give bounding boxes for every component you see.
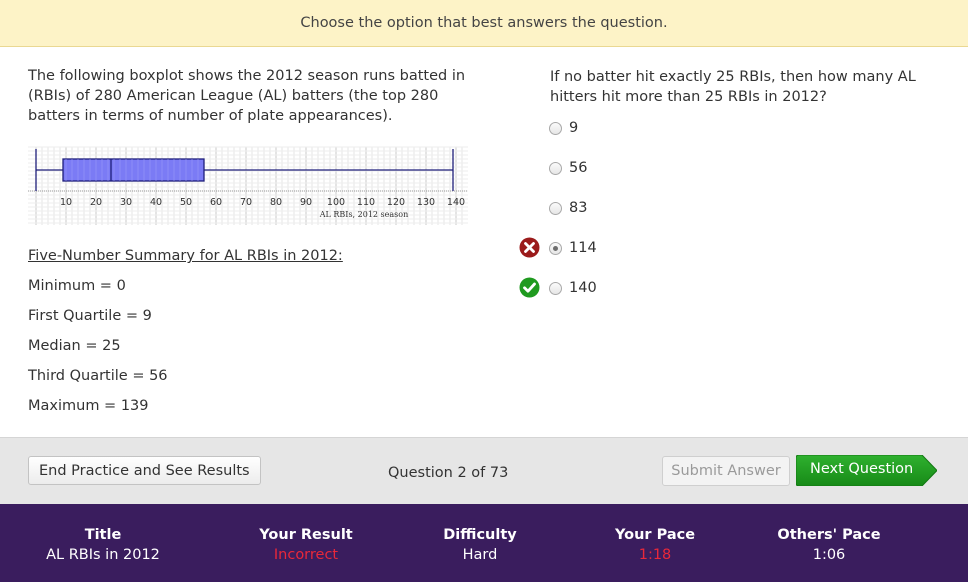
question-counter: Question 2 of 73: [388, 465, 509, 481]
stats-bar: Title AL RBIs in 2012 Your Result Incorrect…: [0, 504, 968, 582]
stat-value: Hard: [462, 547, 498, 563]
stat-label: Title: [84, 527, 122, 543]
tick-label: 140: [447, 197, 465, 208]
x-axis-label: AL RBIs, 2012 season: [319, 210, 408, 219]
stat-value: Incorrect: [273, 547, 339, 563]
tick-label: 50: [180, 197, 192, 208]
stat-label: Your Pace: [614, 527, 696, 543]
tick-label: 100: [327, 197, 345, 208]
summary-title: Five-Number Summary for AL RBIs in 2012:: [28, 248, 343, 264]
end-practice-button[interactable]: End Practice and See Results: [28, 456, 261, 485]
tick-label: 20: [90, 197, 102, 208]
answer-option[interactable]: 83: [549, 198, 587, 218]
option-label: 114: [569, 240, 597, 256]
stat-label: Others' Pace: [777, 527, 881, 543]
option-label: 9: [569, 120, 579, 136]
summary-line: Minimum = 0: [28, 278, 126, 294]
summary-line: Maximum = 139: [28, 398, 149, 414]
action-bar: End Practice and See Results Question 2 …: [0, 437, 968, 504]
radio-button[interactable]: [549, 201, 562, 215]
next-question-button[interactable]: Next Question: [796, 455, 937, 486]
tick-label: 40: [150, 197, 162, 208]
stat-column: Your Pace 1:18: [580, 525, 730, 565]
stat-column: Your Result Incorrect: [231, 525, 381, 565]
tick-label: 110: [357, 197, 375, 208]
answer-option[interactable]: 56: [549, 158, 587, 178]
stat-value: 1:06: [812, 547, 846, 563]
question-prompt: The following boxplot shows the 2012 sea…: [28, 66, 468, 126]
prompt-text: The following boxplot shows the 2012 sea…: [28, 68, 466, 124]
tick-label: 10: [60, 197, 72, 208]
stat-label: Your Result: [259, 527, 353, 543]
radio-button[interactable]: [549, 241, 562, 255]
radio-button[interactable]: [549, 121, 562, 135]
question-text: If no batter hit exactly 25 RBIs, then h…: [550, 69, 916, 105]
stat-column: Others' Pace 1:06: [754, 525, 904, 565]
boxplot-chart: 10 20 30 40 50 60 70 80 90 100 110 120 130 140 AL RBI…: [28, 146, 468, 225]
option-label: 56: [569, 160, 588, 176]
summary-line: Third Quartile = 56: [28, 368, 168, 384]
tick-label: 60: [210, 197, 222, 208]
instruction-bar: Choose the option that best answers the …: [0, 0, 968, 47]
summary-line: First Quartile = 9: [28, 308, 152, 324]
radio-button[interactable]: [549, 281, 562, 295]
tick-label: 90: [300, 197, 312, 208]
tick-label: 30: [120, 197, 132, 208]
radio-button[interactable]: [549, 161, 562, 175]
answer-option[interactable]: 9: [549, 118, 578, 138]
tick-label: 70: [240, 197, 252, 208]
stat-column: Title AL RBIs in 2012: [28, 525, 178, 565]
answer-option[interactable]: 114: [549, 238, 597, 258]
stat-label: Difficulty: [443, 527, 517, 543]
submit-answer-button[interactable]: Submit Answer: [662, 456, 790, 486]
instruction-text: Choose the option that best answers the …: [300, 15, 668, 31]
tick-label: 120: [387, 197, 405, 208]
incorrect-x-icon: [519, 237, 540, 258]
next-question-label: Next Question: [810, 461, 914, 477]
tick-label: 130: [417, 197, 435, 208]
option-label: 83: [569, 200, 588, 216]
option-label: 140: [569, 280, 597, 296]
answer-option[interactable]: 140: [549, 278, 597, 298]
stat-value: AL RBIs in 2012: [46, 547, 160, 563]
stat-value: 1:18: [638, 547, 672, 563]
summary-line: Median = 25: [28, 338, 121, 354]
tick-label: 80: [270, 197, 282, 208]
stat-column: Difficulty Hard: [405, 525, 555, 565]
correct-check-icon: [519, 277, 540, 298]
